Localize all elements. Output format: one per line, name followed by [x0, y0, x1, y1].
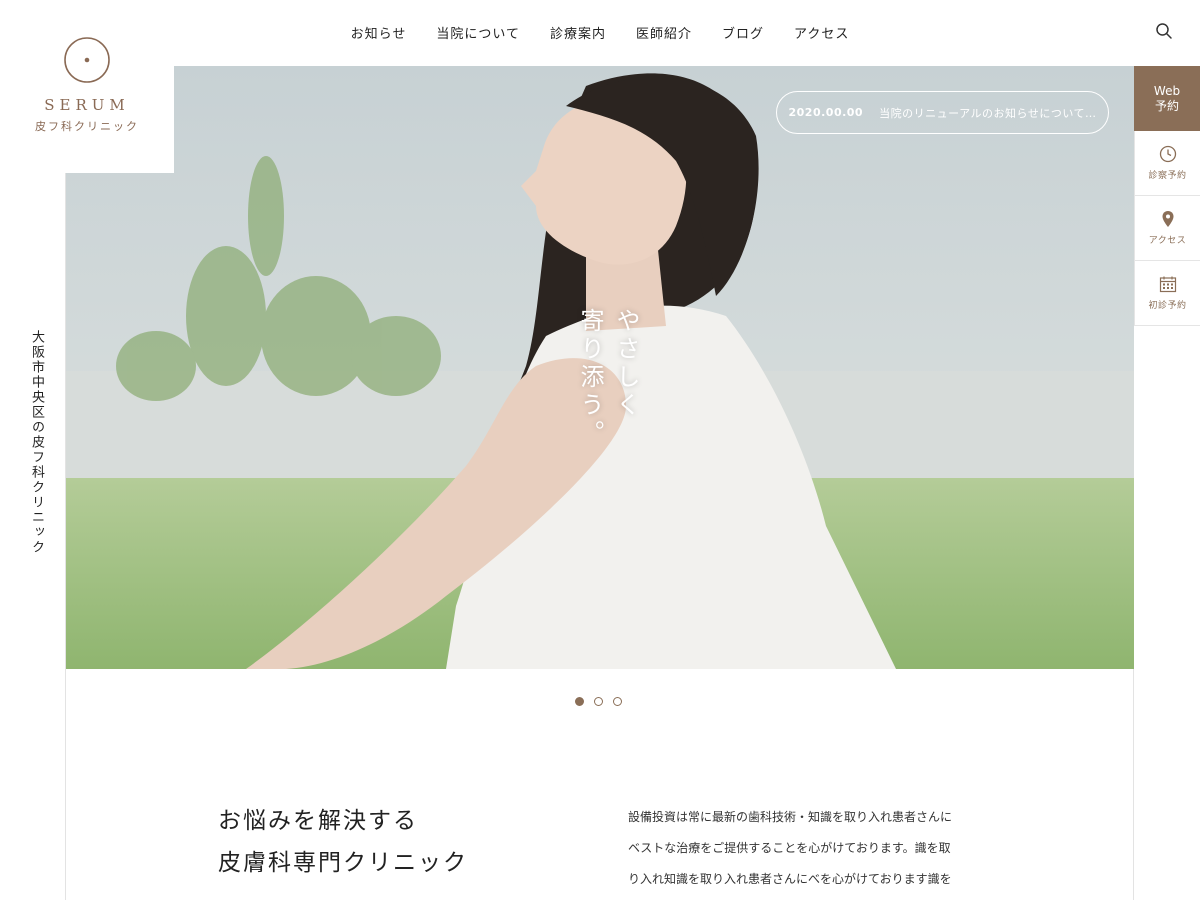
intro-heading-line1: お悩みを解決する	[218, 808, 418, 834]
logo-circle-icon	[64, 37, 110, 83]
clock-icon	[1159, 145, 1176, 163]
slider-dot-1[interactable]	[575, 697, 584, 706]
frame-line-right	[1133, 669, 1134, 900]
search-icon[interactable]	[1155, 22, 1175, 42]
intro-body: 設備投資は常に最新の歯科技術・知識を取り入れ患者さんに ベストな治療をご提供する…	[628, 802, 998, 895]
nav-item-doctors[interactable]: 医師紹介	[636, 23, 692, 42]
web-reservation-button[interactable]: Web 予約	[1134, 66, 1200, 131]
side-action-panel: Web 予約 診察予約 アクセス 初診予約	[1134, 66, 1200, 326]
intro-heading-line2: 皮膚科専門クリニック	[218, 850, 468, 876]
hero-copy-line2: 寄り添う。	[576, 308, 604, 448]
first-visit-reservation-button[interactable]: 初診予約	[1134, 261, 1200, 326]
news-date: 2020.00.00	[788, 106, 864, 119]
hero-copy-line1: やさしく	[612, 308, 640, 420]
slider-pagination	[575, 697, 622, 706]
location-tagline: 大阪市中央区の皮フ科クリニック	[29, 330, 44, 555]
hero-catchcopy: やさしく 寄り添う。	[572, 308, 644, 448]
access-label: アクセス	[1148, 236, 1187, 246]
access-button[interactable]: アクセス	[1134, 196, 1200, 261]
intro-body-line: 設備投資は常に最新の歯科技術・知識を取り入れ患者さんに	[628, 810, 953, 824]
logo-subtitle: 皮フ科クリニック	[35, 120, 139, 133]
nav-item-news[interactable]: お知らせ	[351, 23, 407, 42]
nav-item-access[interactable]: アクセス	[794, 23, 849, 42]
map-pin-icon	[1162, 211, 1173, 227]
slider-dot-3[interactable]	[613, 697, 622, 706]
first-visit-reservation-label: 初診予約	[1148, 301, 1187, 311]
news-ticker[interactable]: 2020.00.00 当院のリニューアルのお知らせについて…	[776, 91, 1109, 134]
main-nav: お知らせ 当院について 診療案内 医師紹介 ブログ アクセス	[0, 0, 1200, 65]
intro-body-line: ベストな治療をご提供することを心がけております。識を取	[628, 841, 951, 855]
web-reservation-label-1: Web	[1153, 83, 1181, 98]
site-logo[interactable]: SERUM 皮フ科クリニック	[0, 0, 174, 173]
hero-slider: やさしく 寄り添う。 2020.00.00 当院のリニューアルのお知らせについて…	[66, 66, 1134, 669]
nav-list: お知らせ 当院について 診療案内 医師紹介 ブログ アクセス	[336, 23, 865, 42]
consultation-reservation-label: 診察予約	[1148, 171, 1187, 181]
consultation-reservation-button[interactable]: 診察予約	[1134, 131, 1200, 196]
slider-dot-2[interactable]	[594, 697, 603, 706]
nav-item-treatment[interactable]: 診療案内	[550, 23, 606, 42]
news-title: 当院のリニューアルのお知らせについて…	[879, 106, 1097, 120]
nav-item-blog[interactable]: ブログ	[722, 23, 764, 42]
intro-heading: お悩みを解決する 皮膚科専門クリニック	[218, 800, 468, 884]
calendar-icon	[1159, 276, 1176, 293]
logo-name: SERUM	[44, 96, 130, 114]
frame-line-left	[65, 173, 66, 900]
nav-item-about[interactable]: 当院について	[436, 23, 520, 42]
web-reservation-label-2: 予約	[1154, 98, 1179, 113]
intro-body-line: り入れ知識を取り入れ患者さんにべを心がけております識を	[628, 872, 952, 886]
